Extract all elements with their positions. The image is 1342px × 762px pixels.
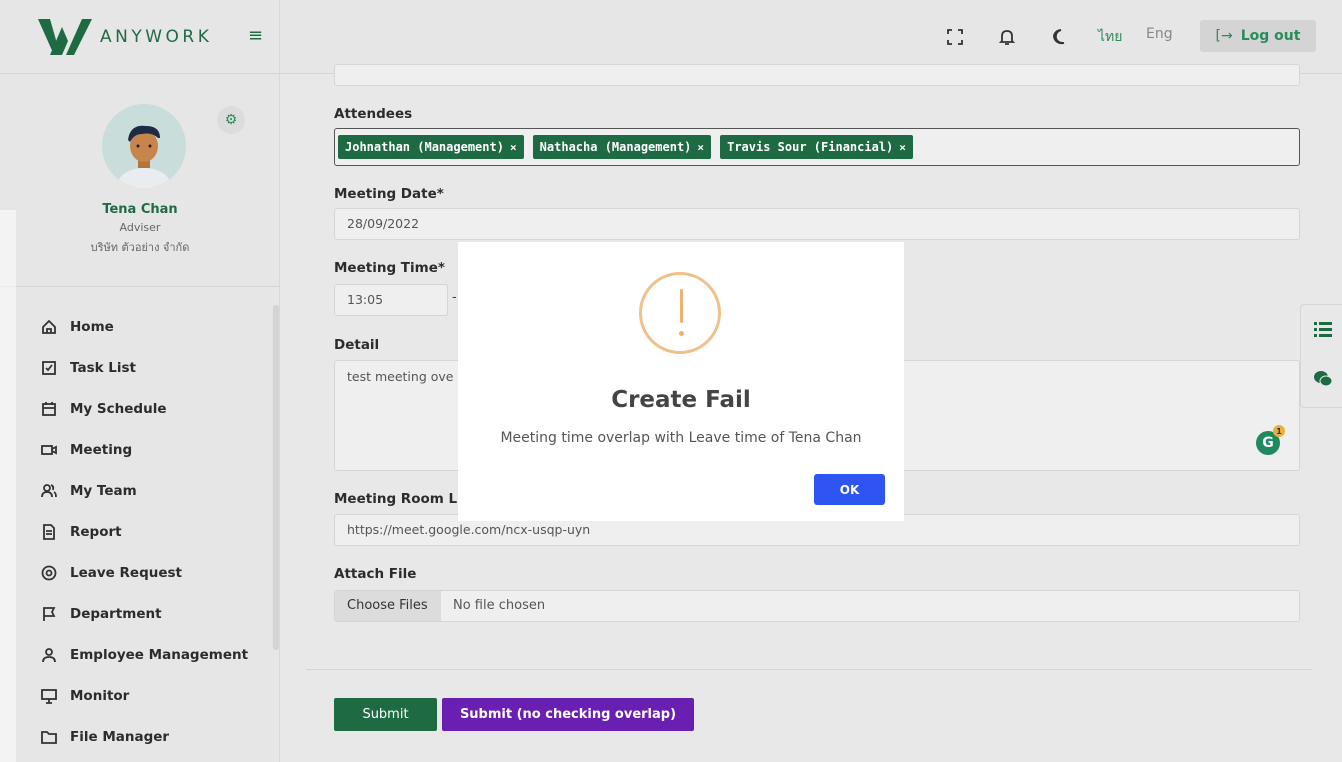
sidebar-item-label: Report xyxy=(70,523,122,540)
avatar[interactable] xyxy=(102,104,186,188)
sidebar-item-my-team[interactable]: My Team xyxy=(0,470,279,511)
hamburger-menu-icon[interactable]: ≡ xyxy=(248,27,266,45)
brand-name: ANYWORK xyxy=(100,26,213,47)
user-name: Tena Chan xyxy=(102,202,178,217)
sidebar-item-label: Home xyxy=(70,318,114,335)
logout-button[interactable]: [→ Log out xyxy=(1200,20,1316,52)
user-icon xyxy=(40,646,58,664)
attach-file-label: Attach File xyxy=(334,566,417,582)
video-icon xyxy=(40,441,58,459)
sidebar-item-label: Employee Management xyxy=(70,646,249,663)
home-icon xyxy=(40,318,58,336)
sidebar-item-file-manager[interactable]: File Manager xyxy=(0,716,279,757)
grammarly-icon[interactable]: G1 xyxy=(1256,425,1285,455)
ok-button[interactable]: OK xyxy=(814,474,885,505)
sidebar-item-home[interactable]: Home xyxy=(0,306,279,347)
chat-icon[interactable] xyxy=(1313,369,1333,389)
team-icon xyxy=(40,482,58,500)
lang-english-link[interactable]: Eng xyxy=(1146,26,1173,42)
sidebar-scrollbar[interactable] xyxy=(273,305,279,650)
lang-thai-link[interactable]: ไทย xyxy=(1098,26,1122,48)
attendees-input[interactable]: Johnathan (Management) × Nathacha (Manage… xyxy=(334,128,1300,166)
sidebar-item-label: Monitor xyxy=(70,687,130,704)
attendees-label: Attendees xyxy=(334,106,413,122)
monitor-icon xyxy=(40,687,58,705)
settings-gear-icon[interactable]: ⚙ xyxy=(217,106,245,134)
calendar-icon xyxy=(40,400,58,418)
logo-bar: ANYWORK xyxy=(0,0,279,74)
sidebar-nav: Home Task List My Schedule Meeting My Te… xyxy=(0,306,279,757)
warning-icon xyxy=(639,272,721,354)
flag-icon xyxy=(40,605,58,623)
submit-no-overlap-check-button[interactable]: Submit (no checking overlap) xyxy=(442,698,694,731)
attendee-tag-label: Nathacha (Management) xyxy=(539,140,692,154)
attendee-tag[interactable]: Travis Sour (Financial) × xyxy=(720,135,913,159)
attendee-tag-label: Johnathan (Management) xyxy=(345,140,504,154)
form-divider xyxy=(306,669,1312,670)
time-separator: - xyxy=(452,290,457,305)
meeting-time-label: Meeting Time* xyxy=(334,260,445,276)
attendee-tag-label: Travis Sour (Financial) xyxy=(727,140,894,154)
logout-label: Log out xyxy=(1240,28,1301,44)
previous-field[interactable] xyxy=(334,64,1300,86)
sidebar-item-label: My Team xyxy=(70,482,137,499)
attendee-tag[interactable]: Johnathan (Management) × xyxy=(338,135,524,159)
leave-icon xyxy=(40,564,58,582)
sidebar: ANYWORK ≡ ⚙ Tena Chan Adviser บริษัท ตัว… xyxy=(0,0,280,762)
bell-icon[interactable] xyxy=(996,26,1018,48)
sidebar-item-label: Meeting xyxy=(70,441,133,458)
sidebar-item-report[interactable]: Report xyxy=(0,511,279,552)
meeting-room-link-label: Meeting Room Li xyxy=(334,491,462,507)
sidebar-item-monitor[interactable]: Monitor xyxy=(0,675,279,716)
folder-icon xyxy=(40,728,58,746)
remove-tag-icon[interactable]: × xyxy=(899,141,906,154)
meeting-date-label: Meeting Date* xyxy=(334,186,444,202)
sidebar-item-label: My Schedule xyxy=(70,400,167,417)
sidebar-item-label: Task List xyxy=(70,359,137,376)
user-role: Adviser xyxy=(119,221,161,234)
sidebar-item-meeting[interactable]: Meeting xyxy=(0,429,279,470)
sidebar-item-employee-management[interactable]: Employee Management xyxy=(0,634,279,675)
profile-card: ⚙ Tena Chan Adviser บริษัท ตัวอย่าง จำกั… xyxy=(0,74,279,287)
sidebar-item-task-list[interactable]: Task List xyxy=(0,347,279,388)
sidebar-item-my-schedule[interactable]: My Schedule xyxy=(0,388,279,429)
no-file-text: No file chosen xyxy=(453,598,546,613)
sidebar-item-department[interactable]: Department xyxy=(0,593,279,634)
floating-side-panel xyxy=(1300,304,1342,408)
fullscreen-icon[interactable] xyxy=(944,26,966,48)
meeting-date-input[interactable]: 28/09/2022 xyxy=(334,208,1300,240)
sidebar-item-label: File Manager xyxy=(70,728,170,745)
sidebar-item-leave-request[interactable]: Leave Request xyxy=(0,552,279,593)
checklist-icon xyxy=(40,359,58,377)
submit-button[interactable]: Submit xyxy=(334,698,437,731)
user-company: บริษัท ตัวอย่าง จำกัด xyxy=(90,241,190,254)
dialog-message: Meeting time overlap with Leave time of … xyxy=(500,430,862,446)
attach-file-input[interactable]: Choose Files No file chosen xyxy=(334,590,1300,622)
meeting-time-start-input[interactable]: 13:05 xyxy=(334,284,448,316)
choose-files-button[interactable]: Choose Files xyxy=(335,591,441,621)
sidebar-item-label: Leave Request xyxy=(70,564,182,581)
backdrop-edge xyxy=(0,210,16,762)
remove-tag-icon[interactable]: × xyxy=(510,141,517,154)
anywork-logo-icon xyxy=(38,18,92,55)
attendee-tag[interactable]: Nathacha (Management) × xyxy=(532,135,712,159)
grammarly-badge: 1 xyxy=(1273,425,1285,437)
avatar-illustration-icon xyxy=(102,104,186,188)
moon-icon[interactable] xyxy=(1048,26,1070,48)
dialog-title: Create Fail xyxy=(611,387,751,413)
error-dialog: Create Fail Meeting time overlap with Le… xyxy=(458,242,904,521)
list-icon[interactable] xyxy=(1313,319,1333,339)
detail-label: Detail xyxy=(334,337,380,353)
sidebar-item-label: Department xyxy=(70,605,162,622)
remove-tag-icon[interactable]: × xyxy=(697,141,704,154)
top-bar: ไทย Eng [→ Log out xyxy=(280,0,1342,74)
document-icon xyxy=(40,523,58,541)
logout-icon: [→ xyxy=(1215,28,1233,44)
